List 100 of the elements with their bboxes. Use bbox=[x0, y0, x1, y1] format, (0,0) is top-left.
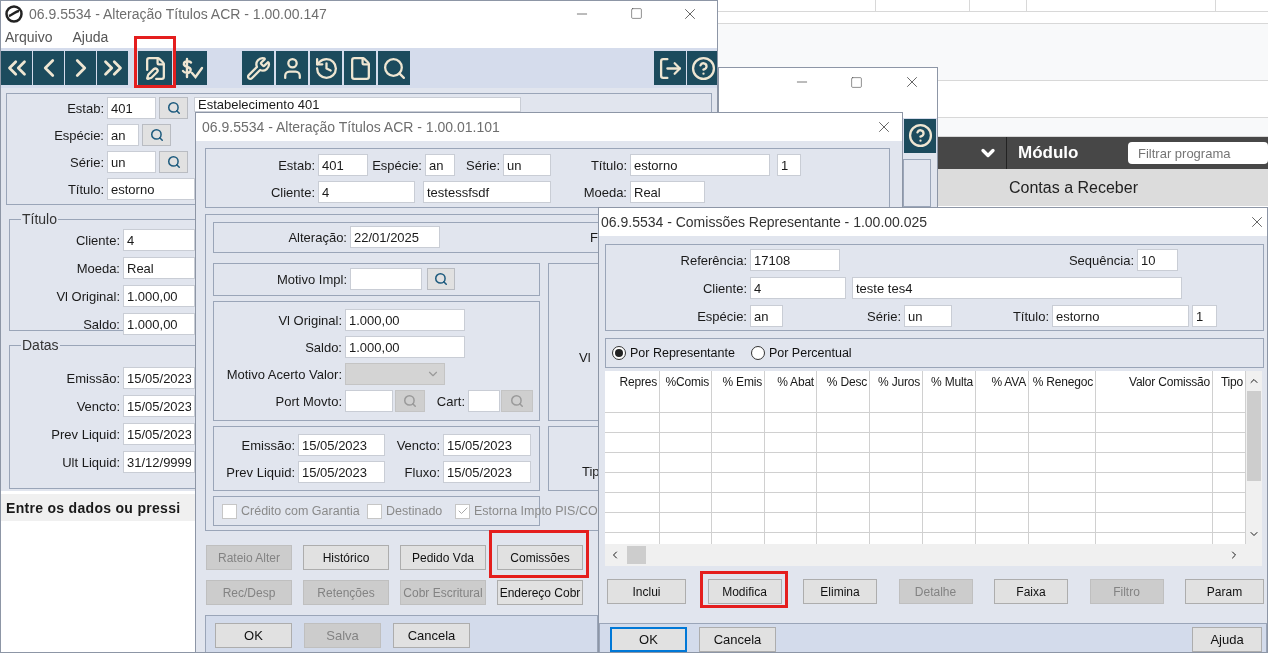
search-button[interactable] bbox=[427, 268, 455, 290]
input-field[interactable]: an bbox=[425, 154, 455, 176]
column-header[interactable]: %Comis bbox=[660, 371, 711, 393]
input-field[interactable]: 4 bbox=[318, 181, 415, 203]
field-label: Referência: bbox=[679, 252, 748, 268]
input-field[interactable]: an bbox=[107, 124, 139, 146]
toolbar-button[interactable] bbox=[242, 51, 274, 85]
input-field[interactable]: 17108 bbox=[750, 249, 840, 271]
horizontal-scrollbar[interactable] bbox=[605, 544, 1262, 566]
input-field[interactable]: 15/05/2023 bbox=[123, 395, 195, 417]
toolbar-button[interactable] bbox=[687, 51, 717, 85]
input-field[interactable] bbox=[345, 390, 393, 412]
toolbar-button[interactable] bbox=[310, 51, 342, 85]
dialog-button[interactable]: OK bbox=[215, 623, 292, 648]
search-button[interactable] bbox=[142, 124, 171, 146]
menu-item[interactable]: Ajuda bbox=[72, 29, 109, 45]
input-field[interactable]: 15/05/2023 bbox=[123, 423, 195, 445]
input-field[interactable]: 15/05/2023 bbox=[298, 461, 385, 483]
input-field[interactable]: 1 bbox=[1192, 305, 1217, 327]
search-button[interactable] bbox=[159, 151, 188, 173]
action-button[interactable]: Endereço Cobr bbox=[497, 580, 583, 605]
input-field[interactable]: 4 bbox=[750, 277, 846, 299]
column-header[interactable]: % Multa bbox=[923, 371, 975, 393]
column-header[interactable]: Valor Comissão bbox=[1096, 371, 1212, 393]
column-header[interactable]: Repres bbox=[605, 371, 659, 393]
window-title: 06.9.5534 - Comissões Representante - 1.00.00.025 bbox=[601, 214, 928, 230]
input-field[interactable]: 10 bbox=[1137, 249, 1178, 271]
toolbar-button[interactable] bbox=[33, 51, 64, 85]
input-field[interactable]: 15/05/2023 bbox=[123, 367, 195, 389]
input-field[interactable]: 31/12/9999 bbox=[123, 451, 195, 473]
column-header[interactable]: % Renegoc bbox=[1029, 371, 1095, 393]
column-header[interactable]: % AVA bbox=[976, 371, 1028, 393]
help-button[interactable] bbox=[904, 118, 936, 153]
action-button[interactable]: Modifica bbox=[707, 579, 782, 604]
dialog-button[interactable]: OK bbox=[610, 627, 687, 652]
input-field[interactable]: teste tes4 bbox=[852, 277, 1182, 299]
dialog-button[interactable]: Ajuda bbox=[1192, 627, 1262, 652]
dialog-button[interactable]: Cancela bbox=[393, 623, 470, 648]
input-field[interactable]: 15/05/2023 bbox=[298, 434, 385, 456]
input-field[interactable]: 22/01/2025 bbox=[350, 226, 440, 248]
input-field[interactable]: 401 bbox=[318, 154, 368, 176]
toolbar-button[interactable] bbox=[344, 51, 376, 85]
input-field[interactable]: 4 bbox=[123, 229, 195, 251]
input-field[interactable]: 1.000,00 bbox=[345, 336, 465, 358]
action-button[interactable]: Comissões bbox=[497, 545, 583, 570]
dialog-button[interactable]: Cancela bbox=[699, 627, 776, 652]
input-field[interactable]: un bbox=[904, 305, 952, 327]
field-label: Estab: bbox=[277, 157, 316, 173]
toolbar-button[interactable] bbox=[276, 51, 308, 85]
action-button[interactable]: Pedido Vda bbox=[400, 545, 486, 570]
radio-button[interactable] bbox=[750, 346, 765, 360]
radio-label: Por Representante bbox=[630, 346, 735, 360]
scrollbar-thumb[interactable] bbox=[627, 546, 646, 564]
toolbar-button[interactable] bbox=[65, 51, 96, 85]
search-icon bbox=[510, 394, 524, 408]
input-field[interactable]: 15/05/2023 bbox=[443, 434, 531, 456]
action-button[interactable]: Inclui bbox=[607, 579, 686, 604]
input-field[interactable]: estorno bbox=[1052, 305, 1189, 327]
column-header[interactable]: % Desc bbox=[817, 371, 869, 393]
input-field[interactable] bbox=[350, 268, 422, 290]
menu-item[interactable]: Arquivo bbox=[5, 29, 53, 45]
action-button[interactable]: Histórico bbox=[303, 545, 389, 570]
column-header[interactable]: Tipo bbox=[1213, 371, 1245, 393]
input-field[interactable]: 15/05/2023 bbox=[443, 461, 531, 483]
toolbar-button[interactable] bbox=[138, 51, 172, 85]
input-field[interactable]: testessfsdf bbox=[423, 181, 551, 203]
radio-button[interactable] bbox=[612, 346, 626, 360]
filter-field[interactable]: Filtrar programa bbox=[1128, 142, 1268, 164]
field-label: Espécie: bbox=[696, 308, 748, 324]
action-button[interactable]: Param bbox=[1185, 579, 1264, 604]
column-header[interactable]: % Emis bbox=[712, 371, 764, 393]
input-field[interactable]: 1 bbox=[777, 154, 801, 176]
toolbar-button[interactable] bbox=[1, 51, 32, 85]
input-field[interactable]: Real bbox=[630, 181, 705, 203]
field-label: Vencto: bbox=[395, 437, 441, 453]
input-field[interactable]: 1.000,00 bbox=[123, 313, 195, 335]
module-item[interactable]: Contas a Receber bbox=[935, 169, 1268, 206]
search-button[interactable] bbox=[159, 97, 188, 119]
maximize-icon[interactable] bbox=[850, 75, 863, 89]
toolbar-button[interactable] bbox=[378, 51, 410, 85]
input-field[interactable]: an bbox=[750, 305, 783, 327]
input-field[interactable]: un bbox=[503, 154, 551, 176]
input-field[interactable]: Real bbox=[123, 257, 195, 279]
input-field[interactable]: 401 bbox=[107, 97, 156, 119]
column-header[interactable]: % Abat bbox=[765, 371, 816, 393]
input-field[interactable]: estorno bbox=[107, 178, 195, 200]
input-field[interactable] bbox=[468, 390, 500, 412]
input-field[interactable]: 1.000,00 bbox=[345, 309, 465, 331]
toolbar-button[interactable] bbox=[97, 51, 128, 85]
vertical-scrollbar[interactable] bbox=[1246, 371, 1262, 544]
maximize-icon[interactable] bbox=[629, 7, 643, 20]
input-field[interactable]: un bbox=[107, 151, 156, 173]
action-button[interactable]: Elimina bbox=[803, 579, 877, 604]
input-field[interactable]: Estabelecimento 401 bbox=[194, 97, 521, 112]
input-field[interactable]: 1.000,00 bbox=[123, 285, 195, 307]
scrollbar-thumb[interactable] bbox=[1247, 391, 1261, 481]
action-button[interactable]: Faixa bbox=[994, 579, 1068, 604]
column-header[interactable]: % Juros bbox=[870, 371, 922, 393]
toolbar-button[interactable] bbox=[654, 51, 686, 85]
input-field[interactable]: estorno bbox=[630, 154, 770, 176]
